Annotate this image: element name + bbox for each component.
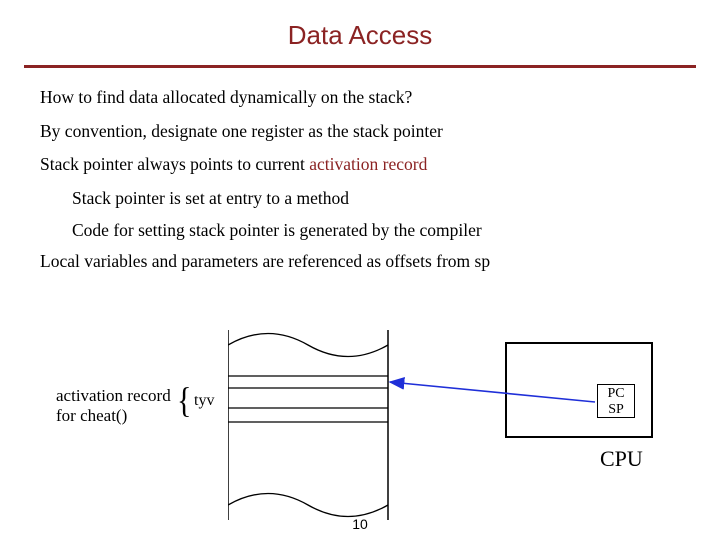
line-sp-points: Stack pointer always points to current a… bbox=[40, 153, 680, 177]
ar-label-line1: activation record bbox=[56, 386, 171, 405]
slide-title: Data Access bbox=[0, 0, 720, 65]
ar-label-line2: for cheat() bbox=[56, 406, 127, 425]
line-sp-points-pre: Stack pointer always points to current bbox=[40, 154, 309, 174]
activation-record-label: activation record for cheat() bbox=[56, 386, 171, 425]
register-box: PC SP bbox=[597, 384, 635, 418]
line-offsets: Local variables and parameters are refer… bbox=[40, 250, 680, 274]
stack-illustration bbox=[228, 330, 398, 520]
page-number: 10 bbox=[0, 516, 720, 532]
line-convention: By convention, designate one register as… bbox=[40, 120, 680, 144]
diagram: activation record for cheat() { tyv PC S… bbox=[0, 330, 720, 530]
brace-icon: { bbox=[177, 383, 191, 419]
reg-sp: SP bbox=[598, 402, 634, 418]
field-label: tyv bbox=[194, 392, 214, 410]
title-rule bbox=[24, 65, 696, 68]
reg-pc: PC bbox=[598, 386, 634, 402]
line-sub2: Code for setting stack pointer is genera… bbox=[72, 219, 680, 243]
line-sub1: Stack pointer is set at entry to a metho… bbox=[72, 187, 680, 211]
line-sp-points-accent: activation record bbox=[309, 154, 427, 174]
cpu-box: PC SP bbox=[505, 342, 653, 438]
line-question: How to find data allocated dynamically o… bbox=[40, 86, 680, 110]
cpu-label: CPU bbox=[600, 446, 643, 472]
slide-content: How to find data allocated dynamically o… bbox=[0, 86, 720, 274]
